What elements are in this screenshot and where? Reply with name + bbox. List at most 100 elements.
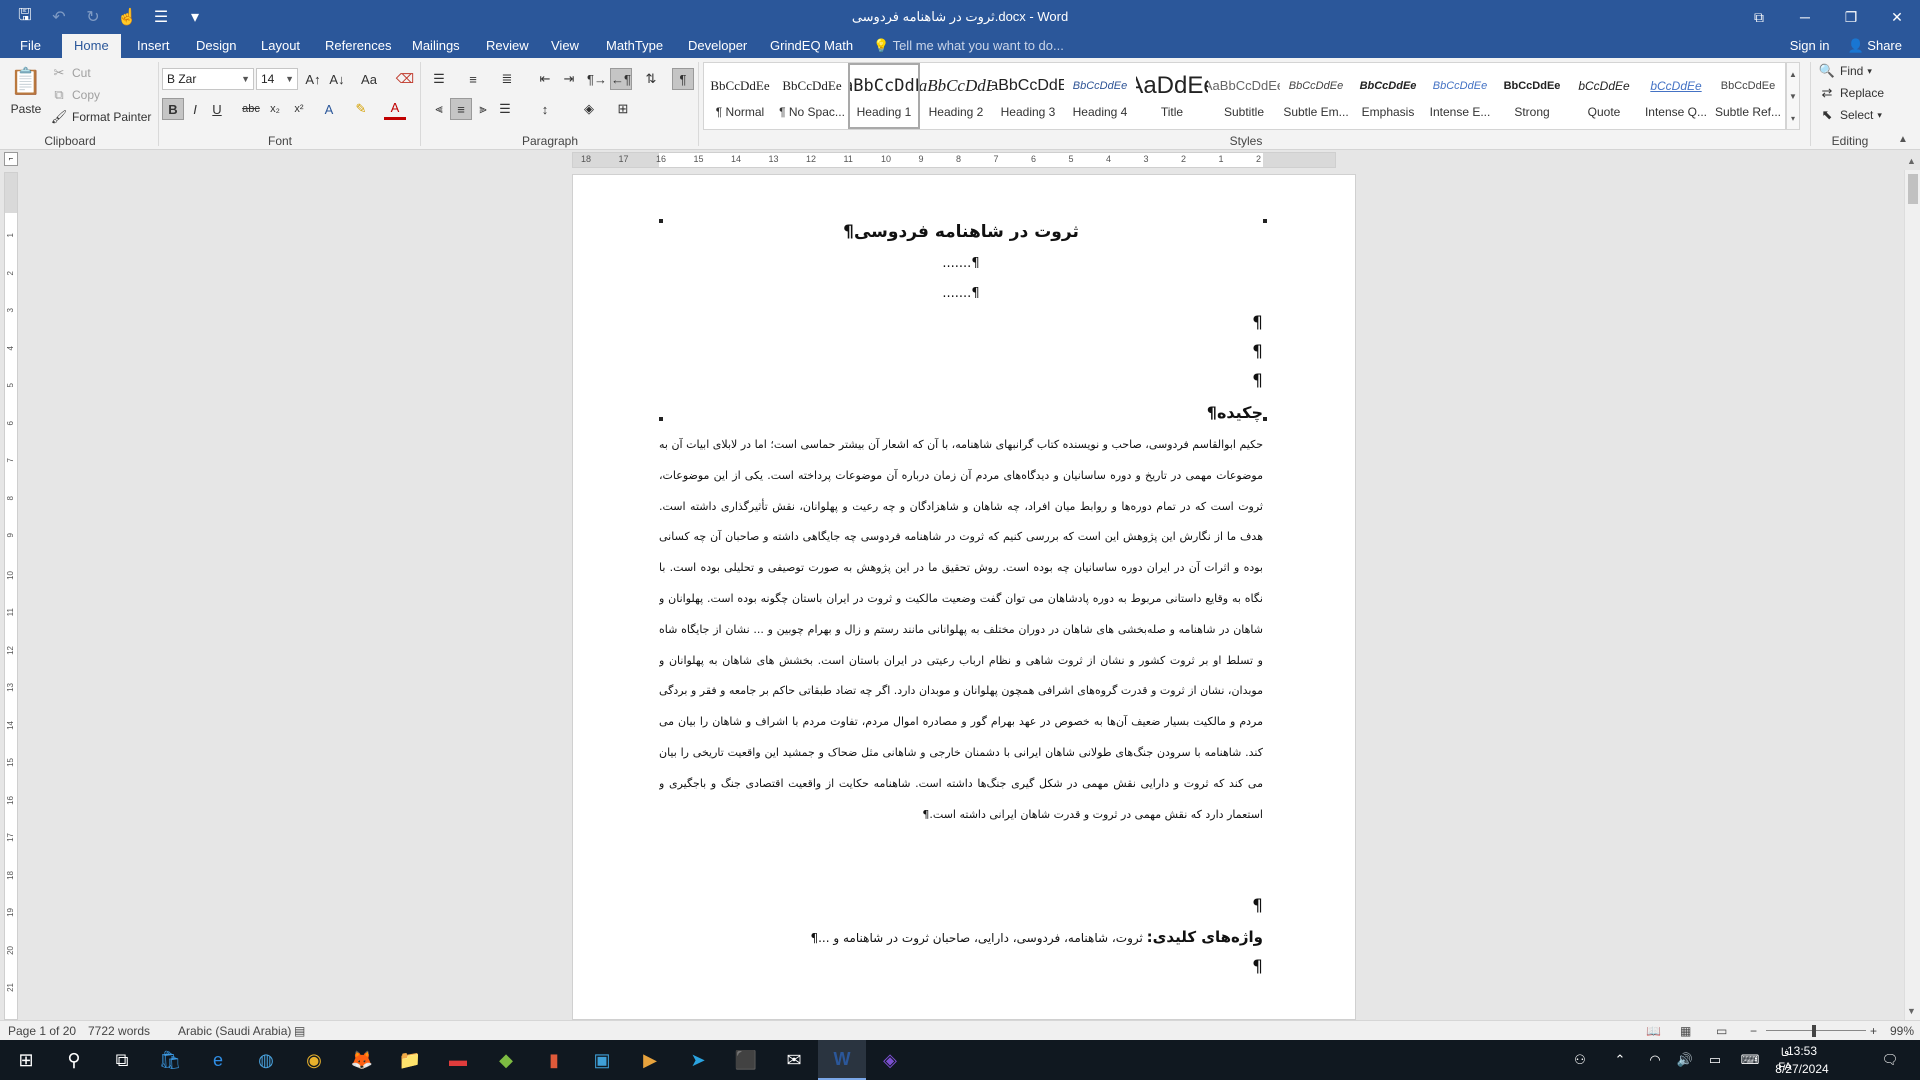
network-icon[interactable]: ◠ [1640,1052,1670,1068]
line-spacing-icon[interactable]: ↕ [534,98,556,120]
ribbon-display-options-icon[interactable]: ⧉ [1736,0,1782,34]
style-strong[interactable]: BbCcDdEe Strong [1496,63,1568,129]
styles-gallery-scroll[interactable]: ▲ ▼ ▾ [1786,62,1800,130]
style-intense-e[interactable]: BbCcDdEe Intense E... [1424,63,1496,129]
find-button[interactable]: 🔍 Find ▾ [1818,62,1872,80]
tab-layout[interactable]: Layout [261,34,300,58]
underline-button[interactable]: U [206,98,228,120]
format-painter-button[interactable]: 🖌 Format Painter [50,108,152,126]
style-no-spac[interactable]: BbCcDdEe ¶ No Spac... [776,63,848,129]
numbering-icon[interactable]: ≡ [462,68,484,90]
vertical-ruler[interactable]: 1 2 3 4 5 6 7 8 9 10 11 12 13 14 15 16 17 18 19 20 21 [4,172,18,1020]
print-layout-icon[interactable]: ▦ [1680,1021,1691,1041]
file-explorer-icon[interactable]: 📁 [386,1040,434,1080]
tab-mathtype[interactable]: MathType [606,34,663,58]
macro-record-icon[interactable]: ▤ [294,1021,305,1041]
chrome-icon[interactable]: ◉ [290,1040,338,1080]
scroll-thumb[interactable] [1908,174,1918,204]
search-icon[interactable]: ⚲ [50,1040,98,1080]
chevron-down-icon[interactable]: ▼ [1789,92,1797,101]
scroll-down-icon[interactable]: ▼ [1907,1006,1916,1016]
media-icon[interactable]: ▶ [626,1040,674,1080]
clock[interactable]: 13:53 8/27/2024 [1766,1042,1838,1078]
subscript-button[interactable]: x₂ [264,98,286,120]
action-center-icon[interactable]: 🗨 [1870,1040,1910,1080]
bullets-icon[interactable]: ☰ [428,68,450,90]
word-count[interactable]: 7722 words [88,1021,150,1041]
zoom-slider-thumb[interactable] [1812,1025,1816,1037]
justify-icon[interactable]: ☰ [494,98,516,120]
page-count[interactable]: Page 1 of 20 [8,1021,76,1041]
vertical-scrollbar[interactable]: ▲ ▼ [1904,156,1920,1020]
tab-references[interactable]: References [325,34,391,58]
zoom-level[interactable]: 99% [1890,1021,1914,1041]
tab-review[interactable]: Review [486,34,529,58]
style-subtitle[interactable]: AaBbCcDdEe Subtitle [1208,63,1280,129]
clear-formatting-icon[interactable]: ⌫ [394,68,416,90]
change-case-button[interactable]: Aa [354,68,384,90]
task-view-icon[interactable]: ⧉ [98,1040,146,1080]
close-icon[interactable]: ✕ [1874,0,1920,34]
document-body[interactable]: ثروت در شاهنامه فردوسی¶ ¶....... ¶......… [659,215,1263,982]
battery-icon[interactable]: ▭ [1700,1052,1730,1068]
paste-button[interactable]: 📋 Paste [10,64,42,117]
align-right-icon[interactable]: ⫸ [472,98,494,120]
replace-button[interactable]: ⇄ Replace [1818,84,1884,102]
zoom-out-button[interactable]: − [1750,1021,1757,1041]
app-purple-icon[interactable]: ◈ [866,1040,914,1080]
tab-design[interactable]: Design [196,34,236,58]
style-subtle-ref[interactable]: BbCcDdEe Subtle Ref... [1712,63,1784,129]
firefox-icon[interactable]: 🦊 [338,1040,386,1080]
multilevel-list-icon[interactable]: ≣ [496,68,518,90]
word-icon[interactable]: W [818,1040,866,1080]
rtl-direction-icon[interactable]: ←¶ [610,68,632,90]
grow-font-icon[interactable]: A↑ [302,68,324,90]
copy-button[interactable]: ⧉ Copy [50,86,100,104]
shading-icon[interactable]: ◈ [578,98,600,120]
strikethrough-button[interactable]: abc [240,98,262,120]
style-title[interactable]: AaDdEe Title [1136,63,1208,129]
scroll-up-icon[interactable]: ▲ [1907,156,1916,166]
zoom-in-button[interactable]: + [1870,1021,1877,1041]
increase-indent-icon[interactable]: ⇥ [558,68,580,90]
chevron-up-icon[interactable]: ⌃ [1600,1052,1640,1068]
decrease-indent-icon[interactable]: ⇤ [534,68,556,90]
zoom-slider[interactable] [1766,1030,1866,1031]
style-heading-2[interactable]: AaBbCcDdEe Heading 2 [920,63,992,129]
app-green-icon[interactable]: ◆ [482,1040,530,1080]
text-effects-icon[interactable]: A [318,98,340,120]
sort-icon[interactable]: ⇅ [640,68,662,90]
style-subtle-em[interactable]: BbCcDdEe Subtle Em... [1280,63,1352,129]
app-red-icon[interactable]: ▬ [434,1040,482,1080]
style-normal[interactable]: BbCcDdEe ¶ Normal [704,63,776,129]
show-formatting-marks-button[interactable]: ¶ [672,68,694,90]
tab-file[interactable]: File [20,34,41,58]
volume-icon[interactable]: 🔊 [1670,1052,1700,1068]
italic-button[interactable]: I [184,98,206,120]
borders-icon[interactable]: ⊞ [612,98,634,120]
edge-icon[interactable]: e [194,1040,242,1080]
acrobat-icon[interactable]: ⬛ [722,1040,770,1080]
font-size-combo[interactable]: 14 ▼ [256,68,298,90]
collapse-ribbon-icon[interactable]: ▲ [1898,134,1908,145]
cut-button[interactable]: ✂ Cut [50,64,91,82]
horizontal-ruler[interactable]: 18 17 16 15 14 13 12 11 10 9 8 7 6 5 4 3 2 1 2 [572,152,1336,168]
people-icon[interactable]: ⚇ [1560,1052,1600,1068]
font-name-combo[interactable]: B Zar ▼ [162,68,254,90]
select-button[interactable]: ⬉ Select ▾ [1818,106,1882,124]
style-emphasis[interactable]: BbCcDdEe Emphasis [1352,63,1424,129]
highlight-icon[interactable]: ✎ [350,98,372,120]
tab-view[interactable]: View [551,34,579,58]
sign-in-link[interactable]: Sign in [1790,34,1830,58]
tell-me-search[interactable]: 💡 Tell me what you want to do... [873,34,1064,58]
chevron-up-icon[interactable]: ▲ [1789,70,1797,79]
style-quote[interactable]: bCcDdEe Quote [1568,63,1640,129]
align-left-icon[interactable]: ⫷ [428,98,450,120]
app-orange-icon[interactable]: ▮ [530,1040,578,1080]
start-icon[interactable]: ⊞ [2,1040,50,1080]
telegram-icon[interactable]: ➤ [674,1040,722,1080]
tab-home[interactable]: Home [62,34,121,58]
tab-developer[interactable]: Developer [688,34,747,58]
browser-icon[interactable]: ◍ [242,1040,290,1080]
more-styles-icon[interactable]: ▾ [1791,114,1795,123]
